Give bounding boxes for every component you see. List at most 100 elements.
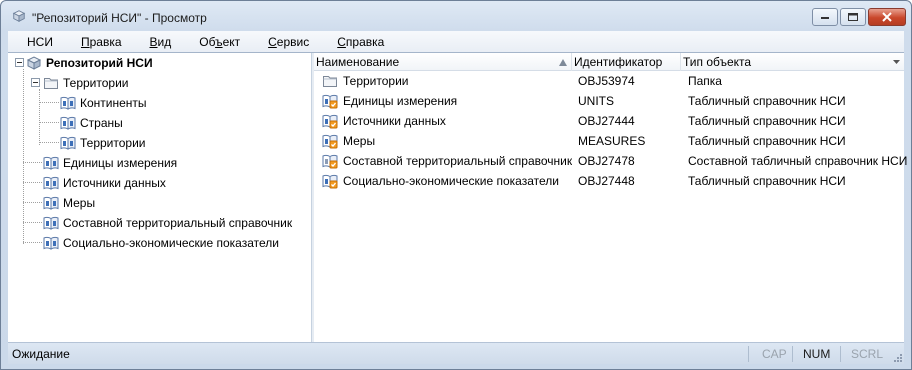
- tree-item-territories[interactable]: Территории: [43, 73, 129, 93]
- menu-nsi[interactable]: НСИ: [8, 35, 62, 49]
- cell-name-text: Единицы измерения: [343, 94, 458, 108]
- maximize-icon: [848, 13, 858, 21]
- menu-service[interactable]: Сервис: [249, 35, 318, 49]
- table-dictionary-icon: [60, 95, 76, 111]
- folder-icon: [43, 75, 59, 91]
- table-row[interactable]: Территории OBJ53974 Папка: [314, 71, 904, 91]
- folder-icon: [322, 73, 338, 89]
- minimize-button[interactable]: [812, 8, 838, 26]
- tree-item-label: Территории: [63, 76, 129, 90]
- close-button[interactable]: [868, 8, 906, 26]
- cell-name: Единицы измерения: [322, 91, 572, 111]
- tree-item-socio[interactable]: Социально-экономические показатели: [43, 233, 279, 253]
- resize-grip-icon[interactable]: [892, 352, 902, 362]
- column-header-label: Тип объекта: [683, 55, 752, 69]
- menu-view-accel: В: [149, 34, 158, 49]
- menu-nsi-label: НСИ: [27, 34, 53, 49]
- table-row[interactable]: Меры MEASURES Табличный справочник НСИ: [314, 131, 904, 151]
- composite-dictionary-icon: [322, 153, 338, 169]
- tree-line: [23, 182, 42, 183]
- chevron-down-icon[interactable]: [893, 60, 900, 64]
- cell-id: UNITS: [578, 94, 614, 108]
- num-lock-indicator: NUM: [803, 347, 831, 361]
- client-area: Репозиторий НСИ Территории Континенты Ст…: [8, 52, 907, 342]
- cell-type: Табличный справочник НСИ: [688, 174, 846, 188]
- tree-item-label: Репозиторий НСИ: [46, 56, 153, 70]
- status-separator: [748, 346, 749, 362]
- cell-type: Табличный справочник НСИ: [688, 114, 846, 128]
- tree-line: [23, 222, 42, 223]
- tree-item-units[interactable]: Единицы измерения: [43, 153, 177, 173]
- status-bar: Ожидание CAP NUM SCRL: [8, 342, 904, 364]
- column-header-id[interactable]: Идентификатор: [572, 53, 681, 71]
- menu-edit-accel: П: [80, 34, 90, 49]
- column-header-type[interactable]: Тип объекта: [681, 53, 904, 71]
- tree-line: [39, 142, 59, 143]
- cell-name: Социально-экономические показатели: [322, 171, 572, 191]
- repository-icon: [10, 9, 28, 23]
- menu-object-rest: ект: [222, 34, 241, 49]
- menu-help[interactable]: Справка: [318, 35, 393, 49]
- tree-line: [39, 102, 59, 103]
- tree-item-label: Страны: [80, 116, 123, 130]
- table-row[interactable]: Источники данных OBJ27444 Табличный спра…: [314, 111, 904, 131]
- cell-id: OBJ27448: [578, 174, 635, 188]
- repository-icon: [26, 55, 42, 71]
- table-dictionary-icon: [322, 173, 338, 189]
- menu-edit-rest: равка: [89, 34, 122, 49]
- menu-object-pre: Об: [199, 34, 216, 49]
- column-header-label: Идентификатор: [574, 55, 663, 69]
- tree-item-continents[interactable]: Континенты: [60, 93, 147, 113]
- table-dictionary-icon: [43, 155, 59, 171]
- tree-line: [39, 89, 40, 145]
- tree-line: [23, 162, 42, 163]
- composite-dictionary-icon: [43, 215, 59, 231]
- cell-name: Территории: [322, 71, 572, 91]
- cell-name: Составной территориальный справочник: [322, 151, 572, 171]
- menu-bar: НСИ Правка Вид Объект Сервис Справка: [8, 31, 904, 52]
- cell-name-text: Источники данных: [343, 114, 446, 128]
- menu-object[interactable]: Объект: [180, 35, 249, 49]
- collapse-root-toggle[interactable]: [15, 58, 24, 67]
- menu-object-accel: ъ: [215, 34, 223, 49]
- tree-item-label: Источники данных: [63, 176, 166, 190]
- maximize-button[interactable]: [840, 8, 866, 26]
- minimize-icon: [821, 17, 829, 19]
- tree-item-composite[interactable]: Составной территориальный справочник: [43, 213, 292, 233]
- tree-item-root[interactable]: Репозиторий НСИ: [26, 53, 153, 73]
- tree-item-label: Социально-экономические показатели: [63, 236, 279, 250]
- collapse-territories-toggle[interactable]: [31, 78, 40, 87]
- tree-item-label: Меры: [63, 196, 96, 210]
- table-dictionary-icon: [322, 133, 338, 149]
- table-dictionary-icon: [43, 235, 59, 251]
- cell-name-text: Территории: [343, 74, 409, 88]
- object-list[interactable]: Наименование Идентификатор Тип объекта Т…: [314, 53, 907, 342]
- repository-tree[interactable]: Репозиторий НСИ Территории Континенты Ст…: [8, 53, 311, 342]
- tree-line: [23, 242, 42, 243]
- cell-type: Папка: [688, 74, 722, 88]
- column-header-name[interactable]: Наименование: [314, 53, 572, 71]
- table-row[interactable]: Составной территориальный справочник OBJ…: [314, 151, 907, 171]
- table-row[interactable]: Единицы измерения UNITS Табличный справо…: [314, 91, 904, 111]
- cell-id: MEASURES: [578, 134, 646, 148]
- menu-help-rest: правка: [345, 34, 385, 49]
- tree-item-measures[interactable]: Меры: [43, 193, 95, 213]
- cell-id: OBJ53974: [578, 74, 635, 88]
- title-bar[interactable]: "Репозиторий НСИ" - Просмотр: [1, 1, 911, 31]
- table-dictionary-icon: [60, 115, 76, 131]
- table-dictionary-icon: [43, 175, 59, 191]
- menu-view[interactable]: Вид: [131, 35, 181, 49]
- table-row[interactable]: Социально-экономические показатели OBJ27…: [314, 171, 904, 191]
- menu-edit[interactable]: Правка: [62, 35, 131, 49]
- cell-name-text: Составной территориальный справочник: [343, 154, 572, 168]
- table-dictionary-icon: [322, 113, 338, 129]
- scroll-lock-indicator: SCRL: [851, 347, 884, 361]
- tree-item-territories-sub[interactable]: Территории: [60, 133, 146, 153]
- close-icon: [882, 12, 892, 22]
- cell-id: OBJ27444: [578, 114, 635, 128]
- cell-name-text: Социально-экономические показатели: [343, 174, 559, 188]
- tree-item-sources[interactable]: Источники данных: [43, 173, 166, 193]
- tree-item-countries[interactable]: Страны: [60, 113, 123, 133]
- tree-item-label: Континенты: [80, 96, 147, 110]
- tree-line: [39, 122, 59, 123]
